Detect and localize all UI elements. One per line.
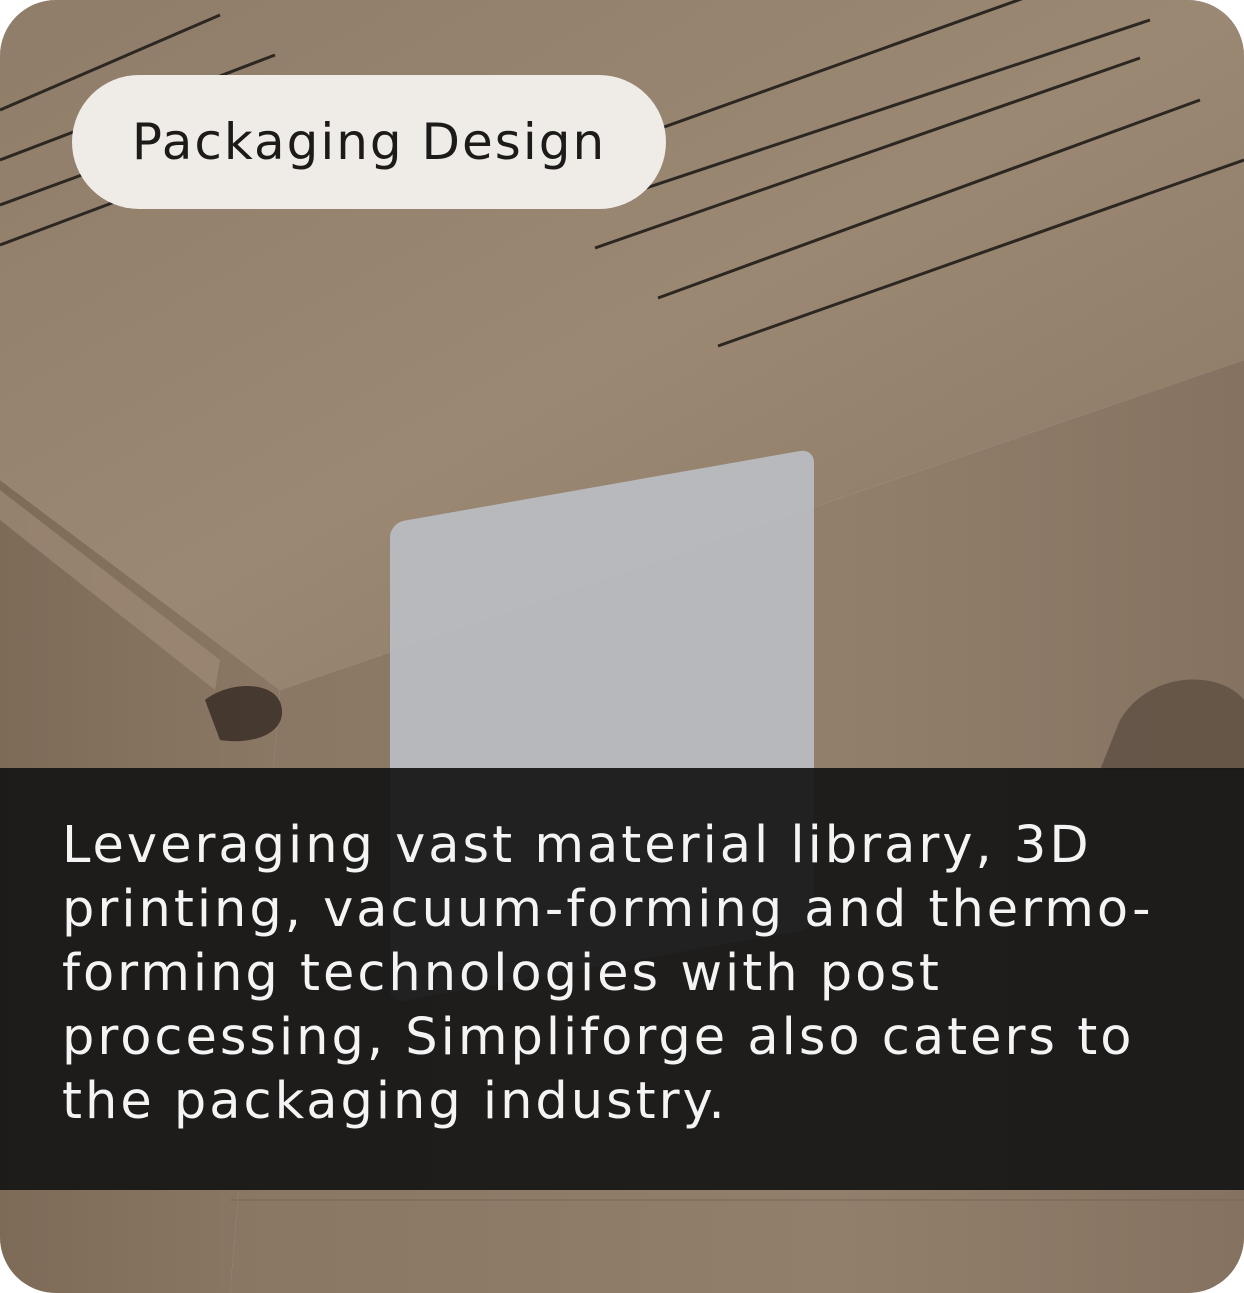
service-description: Leveraging vast material library, 3D pri… xyxy=(62,816,1154,1131)
category-tag: Packaging Design xyxy=(72,75,666,209)
service-card[interactable]: Packaging Design Leveraging vast materia… xyxy=(0,0,1244,1293)
category-tag-label: Packaging Design xyxy=(131,113,607,171)
